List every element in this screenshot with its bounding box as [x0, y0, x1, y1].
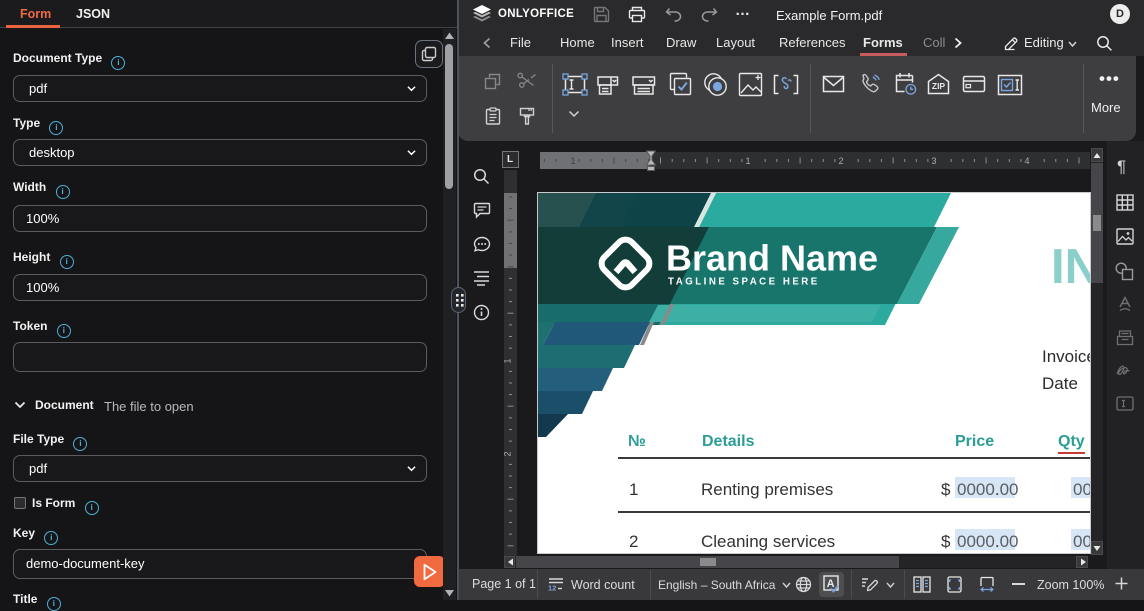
svg-text:1: 1 — [570, 156, 575, 166]
svg-text:1: 1 — [745, 156, 750, 166]
svg-text:TAGLINE SPACE HERE: TAGLINE SPACE HERE — [668, 277, 820, 288]
svg-text:IN: IN — [1051, 240, 1090, 294]
svg-text:4: 4 — [1024, 156, 1029, 166]
svg-text:12: 12 — [548, 584, 556, 593]
svg-text:2: 2 — [838, 156, 843, 166]
svg-text:A: A — [827, 578, 835, 590]
svg-text:ZIP: ZIP — [932, 81, 946, 91]
svg-text:3: 3 — [931, 156, 936, 166]
svg-text:1: 1 — [504, 358, 513, 363]
svg-text:2: 2 — [504, 451, 513, 456]
svg-text:Brand Name: Brand Name — [666, 238, 878, 279]
